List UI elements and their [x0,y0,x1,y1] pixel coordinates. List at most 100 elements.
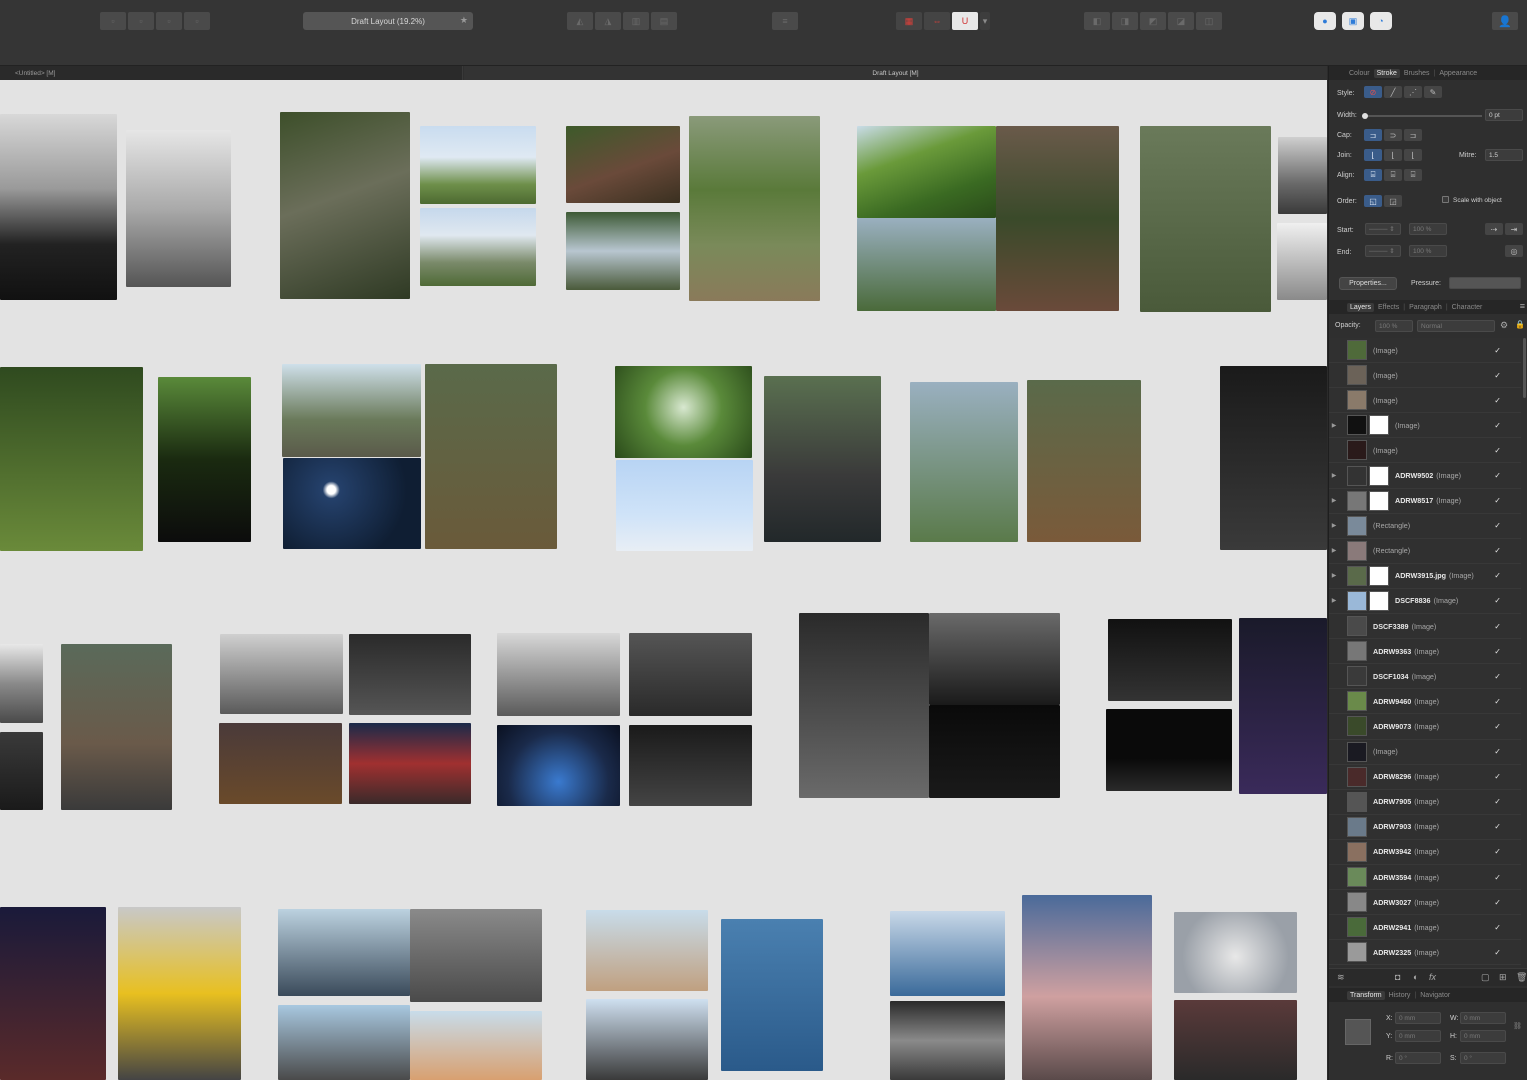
canvas[interactable] [0,80,1327,1080]
layer-row[interactable]: DSCF3389 (Image) ✓ [1329,614,1521,640]
layer-row[interactable]: (Image) ✓ [1329,739,1521,765]
visibility-checkbox[interactable]: ✓ [1494,521,1501,530]
pressure-graph[interactable] [1449,277,1521,289]
photo-doorway[interactable] [1239,618,1327,794]
s-field[interactable]: 0 ° [1460,1052,1506,1064]
photo-chairlift-1[interactable] [0,114,117,300]
tab-character[interactable]: Character [1450,303,1485,312]
photo-bw-jump[interactable] [349,634,471,715]
photo-edge-bottom[interactable] [1307,912,1327,1080]
visibility-checkbox[interactable]: ✓ [1494,471,1501,480]
layer-row[interactable]: ADRW7903 (Image) ✓ [1329,814,1521,840]
visibility-checkbox[interactable]: ✓ [1494,346,1501,355]
layer-row[interactable]: ▶ ADRW9502 (Image) ✓ [1329,463,1521,489]
layer-row[interactable]: (Image) ✓ [1329,338,1521,364]
photo-green-stack-1[interactable] [282,364,421,457]
expand-arrow-icon[interactable]: ▶ [1329,497,1339,504]
properties-button[interactable]: Properties... [1339,277,1397,290]
visibility-checkbox[interactable]: ✓ [1494,822,1501,831]
photo-forest-collage-3[interactable] [857,218,996,311]
layer-row[interactable]: ADRW8296 (Image) ✓ [1329,764,1521,790]
visibility-checkbox[interactable]: ✓ [1494,421,1501,430]
align-center-stroke-icon[interactable]: ⌸ [1364,169,1382,181]
visibility-checkbox[interactable]: ✓ [1494,722,1501,731]
tab-colour[interactable]: Colour [1347,69,1372,78]
width-slider-knob[interactable] [1362,113,1368,119]
intersect-shape-icon[interactable]: ◩ [1140,12,1166,30]
end-scale-field[interactable]: 100 % [1409,245,1447,257]
align-outside-stroke-icon[interactable]: ⌸ [1404,169,1422,181]
group-icon[interactable]: ⊞ [1499,972,1507,983]
photo-hill-jump[interactable] [689,116,820,301]
photo-fisheye-2[interactable] [616,460,753,551]
brush-line-icon[interactable]: ✎ [1424,86,1442,98]
expand-arrow-icon[interactable]: ▶ [1329,597,1339,604]
visibility-checkbox[interactable]: ✓ [1494,697,1501,706]
layer-row[interactable]: ▶ DSCF8836 (Image) ✓ [1329,588,1521,615]
layer-row[interactable]: ADRW3594 (Image) ✓ [1329,864,1521,891]
photo-building-reflection[interactable] [410,909,542,1002]
zoom-field[interactable]: Draft Layout (19.2%) ★ [303,12,473,30]
photo-owl[interactable] [1174,1000,1297,1080]
photo-crowd-bw[interactable] [629,633,752,716]
photo-trees-up[interactable] [910,382,1018,542]
photo-jump-sky-2[interactable] [420,208,536,286]
photo-edge-1[interactable] [1278,137,1327,214]
layer-row[interactable]: ▶ (Rectangle) ✓ [1329,513,1521,539]
pixel-persona-icon[interactable]: ▣ [1342,12,1364,30]
photo-edge-dark-2[interactable] [0,732,43,810]
photo-yellow-umbrella-2[interactable] [410,1011,542,1080]
visibility-checkbox[interactable]: ✓ [1494,923,1501,932]
divide-shape-icon[interactable]: ◫ [1196,12,1222,30]
photo-bw-lake[interactable] [929,613,1060,705]
photo-crowd-color[interactable] [497,633,620,716]
visibility-checkbox[interactable]: ✓ [1494,847,1501,856]
gear-icon[interactable]: ⚙ [1500,320,1508,331]
layer-row[interactable]: (Image) ✓ [1329,388,1521,414]
layer-row[interactable]: ADRW3027 (Image) ✓ [1329,890,1521,916]
expand-arrow-icon[interactable]: ▶ [1329,547,1339,554]
fx-icon[interactable]: fx [1429,972,1436,982]
photo-dog-beach-sunset[interactable] [1174,912,1297,993]
photo-fisheye-1[interactable] [615,366,752,458]
photo-motion-blur[interactable] [219,723,342,804]
x-field[interactable]: 0 mm [1395,1012,1441,1024]
photo-crowd-night[interactable] [629,725,752,806]
start-arrowhead-select[interactable]: ──── ⇕ [1365,223,1401,235]
chevron-down-icon[interactable]: ▾ [980,12,990,30]
mitre-field[interactable]: 1.5 [1485,149,1523,161]
xor-shape-icon[interactable]: ◪ [1168,12,1194,30]
tab-effects[interactable]: Effects [1376,303,1401,312]
layer-row[interactable]: (Image) ✓ [1329,438,1521,464]
photo-forest-trail[interactable] [1140,126,1271,312]
no-line-icon[interactable]: ⊘ [1364,86,1382,98]
align-center-icon[interactable]: ◮ [595,12,621,30]
panel-menu-icon[interactable]: ≡ [1520,301,1525,311]
photo-beach-dog[interactable] [586,999,708,1080]
snap-guides-icon[interactable]: ⇔ [924,12,950,30]
photo-edge-2[interactable] [1277,223,1327,300]
visibility-checkbox[interactable]: ✓ [1494,396,1501,405]
photo-bw-rider[interactable] [0,367,143,551]
round-join-icon[interactable]: ⌊ [1384,149,1402,161]
tab-history[interactable]: History [1387,991,1413,1000]
tab-transform[interactable]: Transform [1347,990,1385,1000]
adjustment-icon[interactable]: ◐ [1413,972,1418,982]
arrowhead-link-icon[interactable]: ◎ [1505,245,1523,257]
visibility-checkbox[interactable]: ✓ [1494,371,1501,380]
stroke-behind-icon[interactable]: ◱ [1364,195,1382,207]
subtract-shape-icon[interactable]: ◨ [1112,12,1138,30]
designer-persona-icon[interactable]: ● [1314,12,1336,30]
layer-row[interactable]: ADRW9460 (Image) ✓ [1329,689,1521,715]
photo-dog-sky[interactable] [721,919,823,1071]
layer-row[interactable]: ADRW3942 (Image) ✓ [1329,839,1521,865]
photo-jump-sky-1[interactable] [420,126,536,204]
visibility-checkbox[interactable]: ✓ [1494,898,1501,907]
photo-waterfall[interactable] [280,112,410,299]
photo-swimmers[interactable] [929,705,1060,798]
photo-bw-stack[interactable] [158,377,251,542]
add-layer-icon[interactable]: ▢ [1481,972,1490,983]
mask-icon[interactable]: ◘ [1395,972,1400,982]
visibility-checkbox[interactable]: ✓ [1494,873,1501,882]
end-arrowhead-select[interactable]: ──── ⇕ [1365,245,1401,257]
